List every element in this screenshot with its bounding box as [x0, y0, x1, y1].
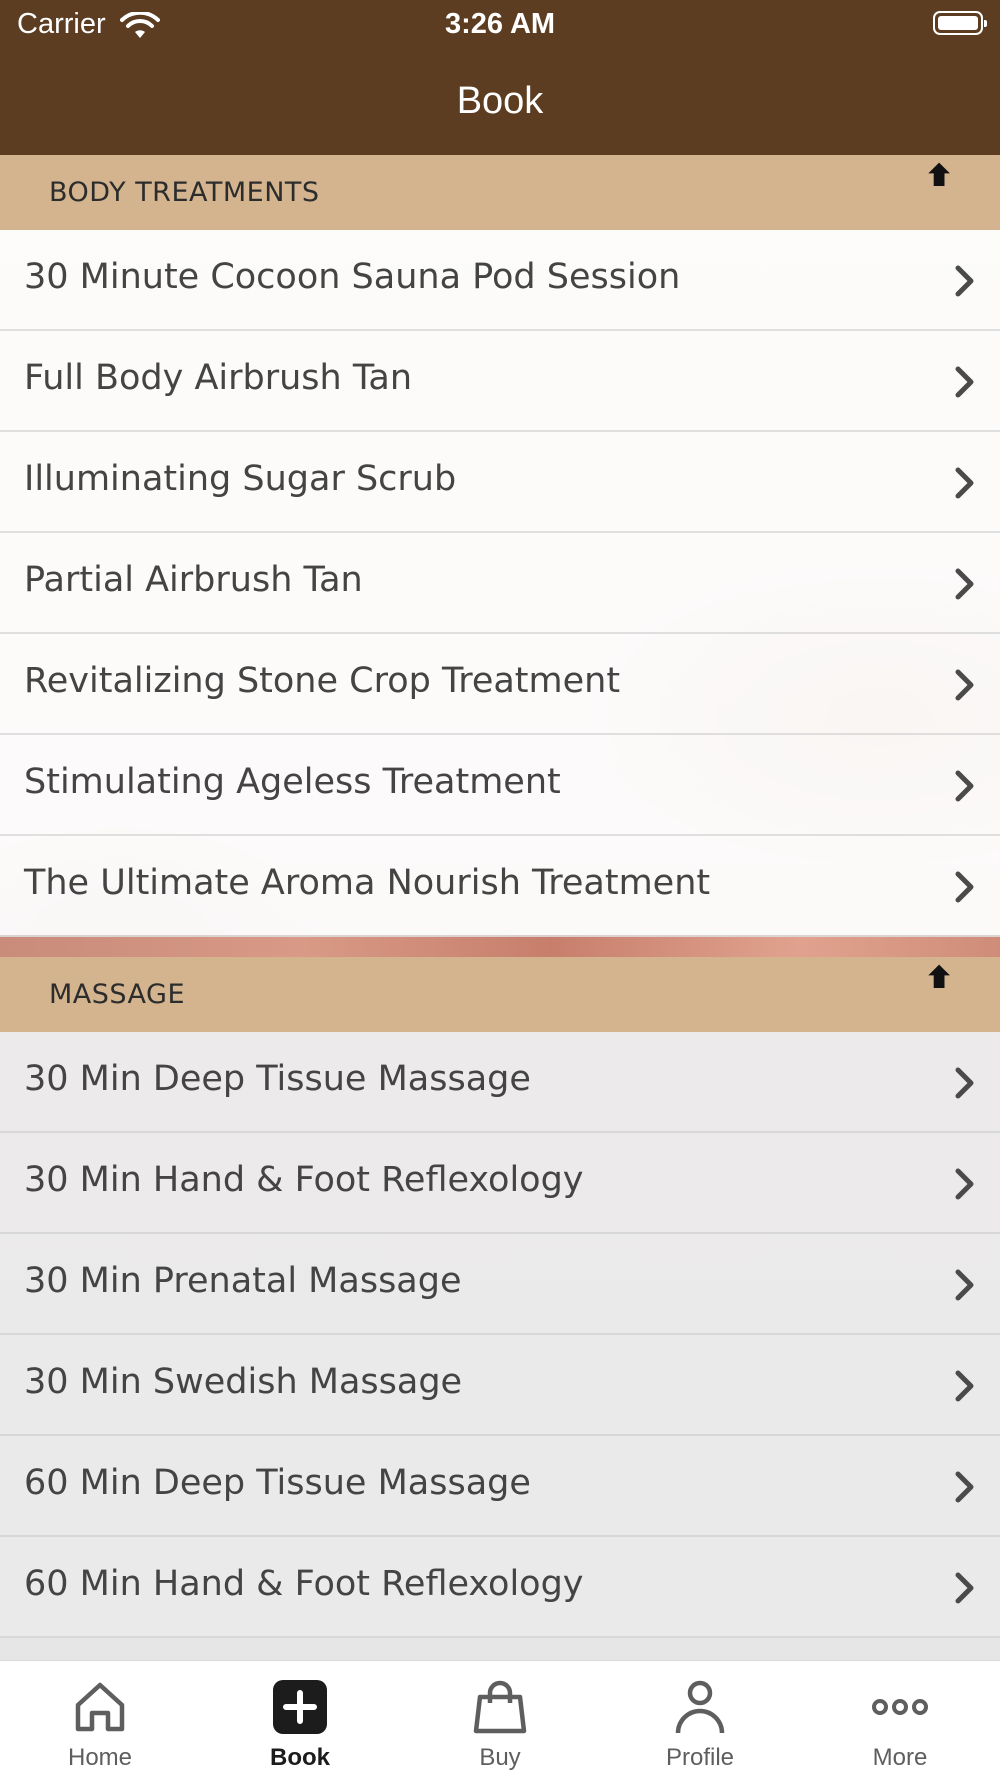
list-item-label: Illuminating Sugar Scrub [24, 459, 457, 499]
list-item-label: 30 Minute Cocoon Sauna Pod Session [24, 257, 681, 297]
chevron-right-icon [955, 1370, 974, 1402]
list-item-label: 30 Min Hand & Foot Reflexology [24, 1160, 584, 1200]
tab-bar: Home Book Buy Profile More [0, 1660, 1000, 1779]
home-icon [75, 1682, 125, 1732]
tab-buy[interactable]: Buy [400, 1661, 600, 1779]
tab-profile[interactable]: Profile [600, 1661, 800, 1779]
list-item[interactable]: 30 Min Prenatal Massage [0, 1234, 1000, 1335]
arrow-up-icon[interactable] [922, 159, 956, 193]
chevron-right-icon [955, 871, 974, 903]
tab-label: Profile [665, 1744, 735, 1771]
chevron-right-icon [955, 366, 974, 398]
chevron-right-icon [955, 1269, 974, 1301]
clock: 3:26 AM [444, 8, 556, 40]
list-item-label: Stimulating Ageless Treatment [24, 762, 561, 802]
chevron-right-icon [955, 770, 974, 802]
tab-label: Buy [479, 1744, 521, 1771]
section-header-body-treatments[interactable]: BODY TREATMENTS [0, 155, 1000, 230]
list-item[interactable]: Revitalizing Stone Crop Treatment [0, 634, 1000, 735]
list-item-label: The Ultimate Aroma Nourish Treatment [24, 863, 711, 903]
chevron-right-icon [955, 265, 974, 297]
list-item-label: Full Body Airbrush Tan [24, 358, 413, 398]
list-item[interactable]: 60 Min Deep Tissue Massage [0, 1436, 1000, 1537]
list-item[interactable]: The Ultimate Aroma Nourish Treatment [0, 836, 1000, 937]
chevron-right-icon [955, 1572, 974, 1604]
section-title: MASSAGE [49, 979, 186, 1010]
list-item-label: 60 Min Deep Tissue Massage [24, 1463, 531, 1503]
chevron-right-icon [955, 1067, 974, 1099]
list-item-label: 60 Min Hand & Foot Reflexology [24, 1564, 584, 1604]
arrow-up-icon[interactable] [922, 961, 956, 995]
list-item[interactable]: Stimulating Ageless Treatment [0, 735, 1000, 836]
list-item-label: 30 Min Deep Tissue Massage [24, 1059, 531, 1099]
ellipsis-icon [872, 1699, 928, 1715]
list-item-label: Revitalizing Stone Crop Treatment [24, 661, 621, 701]
tab-book[interactable]: Book [200, 1661, 400, 1779]
list-item[interactable]: 30 Min Deep Tissue Massage [0, 1032, 1000, 1133]
list-item[interactable]: 30 Min Hand & Foot Reflexology [0, 1133, 1000, 1234]
tab-label: Book [270, 1744, 330, 1771]
list-item-label: Partial Airbrush Tan [24, 560, 363, 600]
navigation-header: Carrier 3:26 AM Book [0, 0, 1000, 155]
chevron-right-icon [955, 669, 974, 701]
tab-more[interactable]: More [800, 1661, 1000, 1779]
list-item[interactable]: Full Body Airbrush Tan [0, 331, 1000, 432]
list-item-label: 30 Min Swedish Massage [24, 1362, 463, 1402]
section-header-massage[interactable]: MASSAGE [0, 957, 1000, 1032]
massage-list: 30 Min Deep Tissue Massage 30 Min Hand &… [0, 1032, 1000, 1638]
chevron-right-icon [955, 1471, 974, 1503]
list-item[interactable]: Partial Airbrush Tan [0, 533, 1000, 634]
page-title: Book [456, 80, 544, 122]
plus-square-icon [273, 1680, 327, 1734]
battery-icon [933, 11, 987, 35]
shopping-bag-icon [473, 1680, 527, 1734]
status-bar: Carrier 3:26 AM [0, 0, 1000, 52]
tab-label: More [872, 1744, 928, 1771]
list-item[interactable]: Illuminating Sugar Scrub [0, 432, 1000, 533]
person-icon [675, 1680, 725, 1734]
list-item-label: 30 Min Prenatal Massage [24, 1261, 462, 1301]
list-item[interactable]: 30 Min Swedish Massage [0, 1335, 1000, 1436]
body-treatments-list: 30 Minute Cocoon Sauna Pod Session Full … [0, 230, 1000, 937]
chevron-right-icon [955, 467, 974, 499]
tab-home[interactable]: Home [0, 1661, 200, 1779]
chevron-right-icon [955, 1168, 974, 1200]
chevron-right-icon [955, 568, 974, 600]
background-photo-band [0, 935, 1000, 957]
list-item[interactable]: 60 Min Hand & Foot Reflexology [0, 1537, 1000, 1638]
section-title: BODY TREATMENTS [49, 177, 320, 208]
tab-label: Home [67, 1744, 133, 1771]
list-item[interactable]: 30 Minute Cocoon Sauna Pod Session [0, 230, 1000, 331]
